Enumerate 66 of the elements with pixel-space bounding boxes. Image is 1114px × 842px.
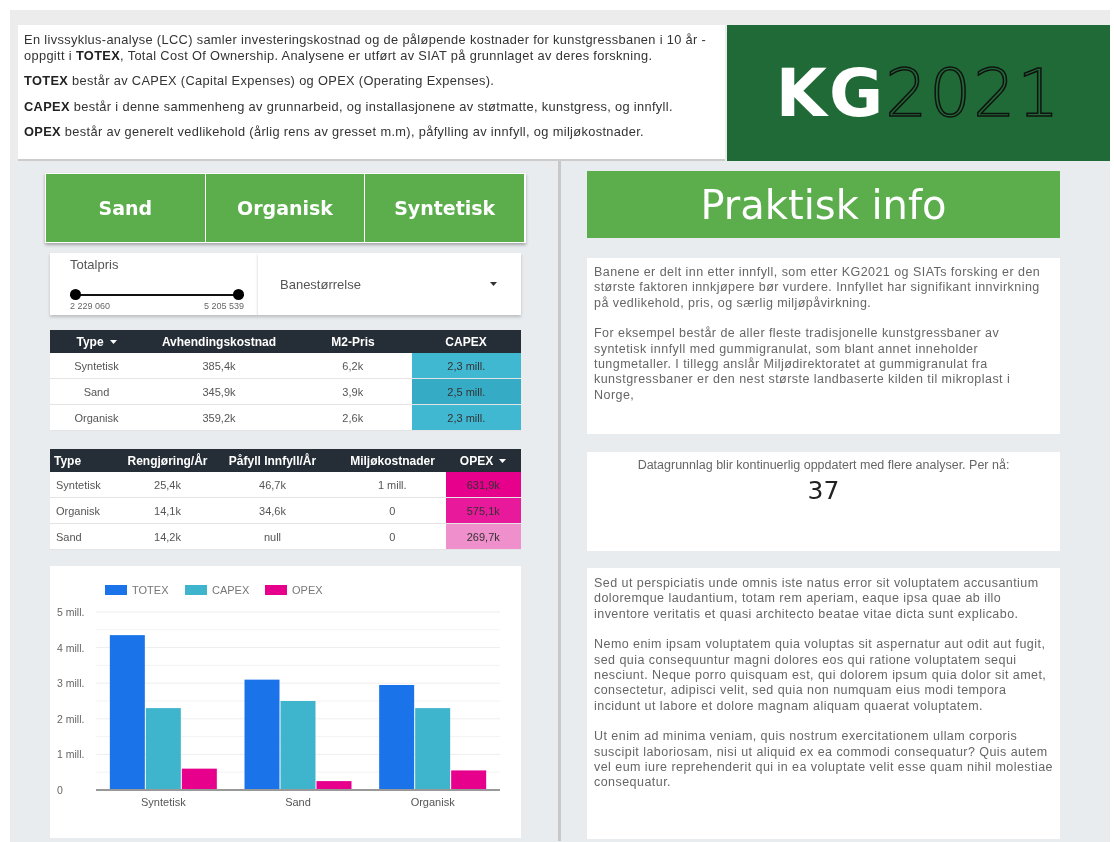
axis-category-label: Sand: [285, 796, 311, 808]
column-header[interactable]: OPEX: [445, 449, 521, 472]
table-cell: Organisk: [50, 497, 130, 524]
intro-paragraph: TOTEX består av CAPEX (Capital Expenses) og OPEX (Operating Expenses).: [24, 73, 496, 89]
intro-paragraph: OPEX består av generelt vedlikehold (årlig rens av gresset m.m), påfylling av innfyll, og miljøkostnader.: [24, 124, 645, 140]
table-cell: Organisk: [50, 404, 143, 431]
table-cell: Syntetisk: [50, 472, 130, 498]
info-paragraph: Banene er delt inn etter innfyll, som etter KG2021 og SIATs forsking er den største faktoren innkjøpere bør vurdere. Innfyllet har signifikant innvirkning på vedlikehold, pris, og særlig miljøpåvirkning.: [594, 265, 1042, 312]
caret-icon: [109, 339, 117, 344]
axis-tick-label: 1 mill.: [57, 748, 85, 761]
min-value: 2 229 060: [70, 301, 111, 311]
table-cell: 25,4k: [130, 472, 205, 498]
axis-tick-label: 3 mill.: [57, 677, 85, 690]
text-paragraph: Nemo enim ipsam voluptatem quia voluptas sit aspernatur aut odit aut fugit, sed quia consequuntur magni dolores eos qui ratione voluptatem sequi nesciunt. Neque porro quisquam est, qui dolorem ipsum quia dolor sit amet, consectetur, adipisci velit, sed quia non numquam eius modi tempora incidunt ut labore et dolore magnam aliquam quaerat voluptatem.: [594, 637, 1048, 715]
table-cell: 385,4k: [143, 353, 295, 379]
table-cell: Syntetisk: [50, 353, 143, 379]
table-cell: 46,7k: [205, 472, 340, 498]
table-cell: 14,2k: [130, 523, 205, 550]
caret-icon: [499, 458, 507, 463]
table-cell: Sand: [50, 523, 130, 550]
axis-tick-label: 2 mill.: [57, 712, 85, 725]
axis-tick-label: 0: [57, 784, 63, 796]
slider-thumb[interactable]: [233, 289, 244, 300]
table-cell: 631,9k: [445, 472, 521, 498]
max-value: 5 205 539: [203, 301, 244, 311]
info-paragraph: For eksempel består de aller fleste tradisjonelle kunstgressbaner av syntetisk innfyll med gummigranulat, som blant annet inneholder tungmetaller. I tillegg anslår Miljødirektoratet at gummigranulat fra kunstgressbaner er den nest største landbaserte kilden til mikroplast i Norge,: [594, 326, 1012, 404]
legend-item[interactable]: OPEX: [265, 584, 323, 596]
logo-text: KG: [775, 54, 886, 132]
range-slider[interactable]: Totalpris 2 229 060 5 205 539: [50, 253, 258, 315]
size-dropdown[interactable]: Banestørrelse: [258, 253, 521, 315]
column-header[interactable]: Type: [50, 330, 143, 353]
legend-item[interactable]: CAPEX: [185, 584, 250, 596]
column-header[interactable]: M2-Pris: [295, 330, 411, 353]
table-cell: 269,7k: [445, 523, 521, 550]
table-cell: 359,2k: [143, 404, 295, 431]
logo-year: 2021: [885, 54, 1062, 132]
table-cell: 2,5 mill.: [411, 378, 521, 405]
table-cell: 345,9k: [143, 378, 295, 405]
table-cell: 14,1k: [130, 497, 205, 524]
column-header[interactable]: CAPEX: [411, 330, 521, 353]
caret-icon: [490, 282, 497, 286]
column-header[interactable]: Miljøkostnader: [340, 449, 445, 472]
axis-tick-label: 4 mill.: [57, 641, 85, 654]
table-cell: 34,6k: [205, 497, 340, 524]
table-cell: null: [205, 523, 340, 550]
axis-tick-label: 5 mill.: [57, 606, 85, 618]
column-header[interactable]: Avhendingskostnad: [143, 330, 295, 353]
section-title: Praktisk info: [587, 171, 1060, 238]
intro-paragraph: En livssyklus-analyse (LCC) samler investeringskostnad og de påløpende kostnader for kunstgressbanen i 10 år - oppgitt i TOTEX, Total Cost Of Ownership. Analysene er utført av SIAT på grunnlaget av deres forskning.: [24, 32, 708, 63]
legend-item[interactable]: TOTEX: [105, 584, 169, 596]
slider-label: Totalpris: [70, 257, 120, 272]
table-cell: 575,1k: [445, 497, 521, 524]
table-cell: Sand: [50, 378, 143, 405]
text-paragraph: Ut enim ad minima veniam, quis nostrum exercitationem ullam corporis suscipit laboriosam, nisi ut aliquid ex ea commodi consequatur? Quis autem vel eum iure reprehenderit qui in ea voluptate velit esse quam nihil molestiae consequatur.: [594, 729, 1053, 791]
table-cell: 2,3 mill.: [411, 353, 521, 379]
axis-category-label: Organisk: [410, 796, 455, 808]
intro-paragraph: CAPEX består i denne sammenheng av grunnarbeid, og installasjonene av støtmatte, kunstgress, og innfyll.: [24, 98, 674, 114]
table-cell: 2,3 mill.: [411, 404, 521, 431]
legend-label: TOTEX: [132, 584, 170, 596]
count-value: 37: [807, 476, 840, 505]
legend-label: CAPEX: [212, 584, 250, 596]
legend-label: OPEX: [292, 584, 324, 596]
slider-thumb[interactable]: [70, 289, 81, 300]
count-label: Datagrunnlag blir kontinuerlig oppdatert med flere analyser. Per nå:: [637, 458, 1010, 472]
text-paragraph: Sed ut perspiciatis unde omnis iste natus error sit voluptatem accusantium doloremque laudantium, totam rem aperiam, eaque ipsa quae ab illo inventore veritatis et quasi architecto beatae vitae dicta sunt explicabo.: [594, 576, 1040, 623]
axis-category-label: Syntetisk: [141, 796, 186, 808]
